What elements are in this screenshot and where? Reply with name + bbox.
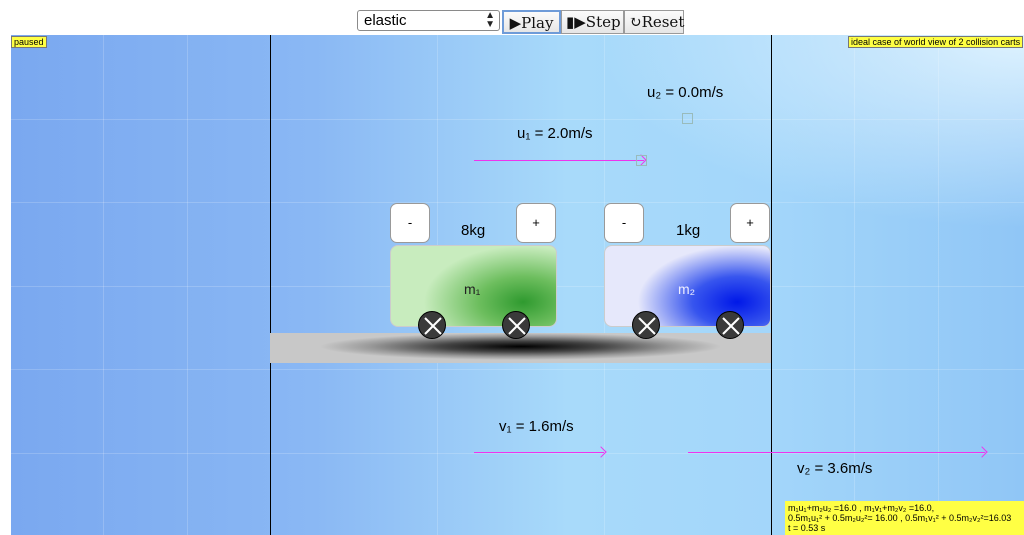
conservation-readout: m₁u₁+m₂u₂ =16.0 , m₁v₁+m₂v₂ =16.0, 0.5m₁…: [785, 501, 1024, 535]
collision-type-value: elastic: [364, 12, 407, 29]
u1-arrow: [474, 160, 644, 161]
status-badge: paused: [11, 36, 47, 48]
step-button[interactable]: ▮▶Step: [561, 10, 624, 34]
cart1-wheel-icon: [502, 311, 530, 339]
cart2-wheel-icon: [716, 311, 744, 339]
cart1-body[interactable]: m₁: [390, 245, 557, 327]
right-boundary-line: [771, 35, 772, 535]
cart2-mass-label: 1kg: [676, 222, 701, 239]
cart2-wheel-icon: [632, 311, 660, 339]
v2-label: v₂ = 3.6m/s: [797, 460, 873, 477]
left-boundary-line: [270, 35, 271, 535]
select-arrows-icon: ▲ ▼: [485, 10, 495, 30]
play-button[interactable]: ▶Play: [502, 10, 561, 34]
u2-label: u₂ = 0.0m/s: [647, 84, 724, 101]
cart1-mass-increase-button[interactable]: +: [516, 203, 556, 243]
cart1-mass-label: 8kg: [461, 222, 486, 239]
grid-line: [11, 119, 1024, 120]
grid-line: [11, 202, 1024, 203]
momentum-readout: m₁u₁+m₂u₂ =16.0 , m₁v₁+m₂v₂ =16.0,: [788, 503, 935, 513]
grid-line: [103, 35, 104, 535]
v1-label: v₁ = 1.6m/s: [499, 418, 574, 435]
toolbar: elastic ▲ ▼ ▶Play ▮▶Step ↻Reset: [0, 0, 1024, 35]
energy-readout: 0.5m₁u₁² + 0.5m₂u₂²= 16.00 , 0.5m₁v₁² + …: [788, 513, 1012, 523]
grid-line: [11, 369, 1024, 370]
u1-label: u₁ = 2.0m/s: [517, 125, 593, 142]
cart2-mass-decrease-button[interactable]: -: [604, 203, 644, 243]
cart1-name: m₁: [464, 281, 481, 297]
cart2-body[interactable]: m₂: [604, 245, 771, 327]
caption-badge: ideal case of world view of 2 collision …: [848, 36, 1024, 48]
cart1-mass-decrease-button[interactable]: -: [390, 203, 430, 243]
grid-line: [11, 453, 1024, 454]
v1-arrow: [474, 452, 604, 453]
v2-arrow: [688, 452, 985, 453]
u1-drag-handle[interactable]: [636, 155, 647, 166]
simulation-canvas[interactable]: paused ideal case of world view of 2 col…: [11, 35, 1024, 535]
cart2-name: m₂: [678, 281, 696, 297]
collision-type-select[interactable]: elastic ▲ ▼: [357, 10, 500, 31]
grid-line: [187, 35, 188, 535]
u2-drag-handle[interactable]: [682, 113, 693, 124]
cart2-mass-increase-button[interactable]: +: [730, 203, 770, 243]
cart1-wheel-icon: [418, 311, 446, 339]
reset-button[interactable]: ↻Reset: [624, 10, 684, 34]
time-readout: t = 0.53 s: [788, 523, 826, 533]
grid-line: [938, 35, 939, 535]
